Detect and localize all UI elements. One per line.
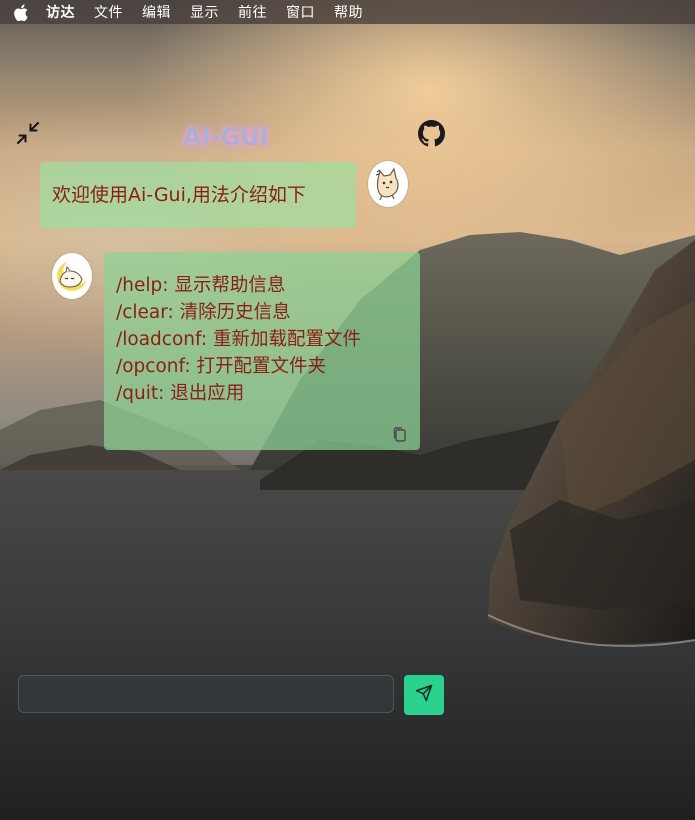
menu-view[interactable]: 显示 xyxy=(190,2,219,22)
help-command-list: /help: 显示帮助信息 /clear: 清除历史信息 /loadconf: … xyxy=(116,272,361,407)
app-title: AI-GUI xyxy=(183,123,269,151)
send-button[interactable] xyxy=(404,675,444,715)
menu-help[interactable]: 帮助 xyxy=(334,2,363,22)
cartoon-cat-avatar-icon xyxy=(368,161,408,207)
system-menu-bar: 访达 文件 编辑 显示 前往 窗口 帮助 xyxy=(0,0,695,24)
menu-edit[interactable]: 编辑 xyxy=(142,2,171,22)
copy-icon[interactable] xyxy=(391,426,409,444)
collapse-arrows-icon[interactable] xyxy=(15,120,41,146)
send-paper-plane-icon xyxy=(415,684,433,706)
user-message-text: 欢迎使用Ai-Gui,用法介绍如下 xyxy=(52,184,306,206)
help-line: /loadconf: 重新加载配置文件 xyxy=(116,329,361,350)
menu-file[interactable]: 文件 xyxy=(94,2,123,22)
github-icon[interactable] xyxy=(418,120,445,147)
help-line: /quit: 退出应用 xyxy=(116,383,245,404)
assistant-message-bubble: /help: 显示帮助信息 /clear: 清除历史信息 /loadconf: … xyxy=(104,252,420,450)
menu-finder[interactable]: 访达 xyxy=(46,2,75,22)
sleeping-cat-avatar-icon xyxy=(52,253,92,299)
apple-logo-icon[interactable] xyxy=(14,3,30,21)
user-message-bubble: 欢迎使用Ai-Gui,用法介绍如下 xyxy=(40,162,356,228)
menu-window[interactable]: 窗口 xyxy=(286,2,315,22)
help-line: /opconf: 打开配置文件夹 xyxy=(116,356,326,377)
help-line: /help: 显示帮助信息 xyxy=(116,275,286,296)
help-line: /clear: 清除历史信息 xyxy=(116,302,291,323)
menu-go[interactable]: 前往 xyxy=(238,2,267,22)
chat-message-input[interactable] xyxy=(18,675,394,713)
